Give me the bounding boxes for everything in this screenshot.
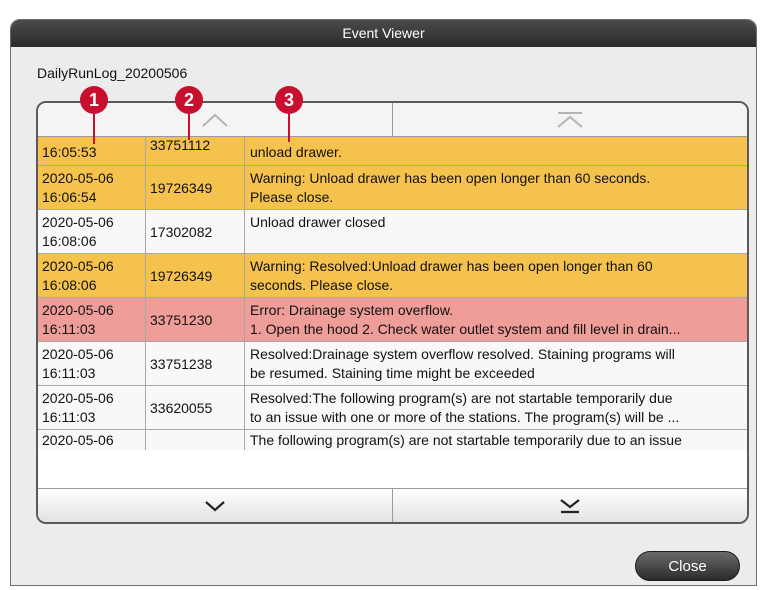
timestamp-cell: 2020-05-06 16:11:03 (38, 386, 146, 429)
message-line: Unload drawer closed (250, 214, 386, 230)
event-time: 16:11:03 (42, 409, 96, 425)
message-line: be resumed. Staining time might be excee… (250, 365, 535, 381)
event-time: 16:08:06 (42, 233, 97, 249)
timestamp-cell: 2020-05-06 (38, 430, 146, 450)
event-row[interactable]: 2020-05-06 16:11:03 33751238 Resolved:Drain… (38, 342, 747, 386)
event-row[interactable]: 2020-05-06 The following program(s) are n… (38, 430, 747, 450)
event-time: 16:08:06 (42, 277, 97, 293)
event-id: 33620055 (150, 399, 213, 416)
event-time: 16:11:03 (42, 365, 96, 381)
message-line: seconds. Please close. (250, 277, 394, 293)
event-time: 16:05:53 (42, 144, 97, 160)
marker-1: 1 (80, 86, 108, 114)
event-date: 2020-05-06 (42, 258, 114, 274)
message-cell: Unload drawer closed (245, 210, 747, 253)
event-id-cell: 33751230 (146, 298, 245, 341)
event-id-cell: 17302082 (146, 210, 245, 253)
marker-3: 3 (275, 86, 303, 114)
event-date: 2020-05-06 (42, 302, 114, 318)
event-id: 19726349 (150, 267, 213, 284)
event-table: 16:05:53 33751112 unload drawer. 2020-05-06… (36, 101, 749, 524)
event-time: 16:06:54 (42, 189, 97, 205)
scroll-to-bottom-button[interactable] (392, 489, 747, 522)
event-id-cell: 33751112 (146, 137, 245, 165)
scroll-to-top-button[interactable] (392, 103, 747, 136)
event-id: 19726349 (150, 179, 213, 196)
event-id: 33751230 (150, 311, 213, 328)
message-line: Error: Drainage system overflow. (250, 302, 454, 318)
event-row[interactable]: 2020-05-06 16:08:06 19726349 Warning: Resol… (38, 254, 747, 298)
event-id: 17302082 (150, 223, 213, 240)
message-cell: Resolved:Drainage system overflow resolv… (245, 342, 747, 385)
event-id-cell: 19726349 (146, 166, 245, 209)
event-id: 33751112 (150, 137, 211, 153)
timestamp-cell: 2020-05-06 16:08:06 (38, 210, 146, 253)
timestamp-cell: 2020-05-06 16:06:54 (38, 166, 146, 209)
scroll-down-button[interactable] (38, 489, 392, 522)
timestamp-cell: 2020-05-06 16:11:03 (38, 342, 146, 385)
message-cell: unload drawer. (245, 137, 747, 165)
message-line: unload drawer. (250, 144, 342, 160)
event-row[interactable]: 2020-05-06 16:08:06 17302082 Unload drawer … (38, 210, 747, 254)
event-id-cell: 33751238 (146, 342, 245, 385)
chevron-down-icon (205, 500, 225, 511)
event-rows: 16:05:53 33751112 unload drawer. 2020-05-06… (38, 137, 747, 488)
message-line: 1. Open the hood 2. Check water outlet s… (250, 321, 681, 337)
message-cell: Resolved:The following program(s) are no… (245, 386, 747, 429)
event-date: 2020-05-06 (42, 390, 114, 406)
message-cell: Error: Drainage system overflow. 1. Open … (245, 298, 747, 341)
event-row[interactable]: 2020-05-06 16:11:03 33620055 Resolved:The f… (38, 386, 747, 430)
event-viewer-dialog: Event Viewer DailyRunLog_20200506 16:05:… (10, 19, 757, 586)
event-id: 33751238 (150, 355, 213, 372)
message-line: Please close. (250, 189, 334, 205)
log-file-name: DailyRunLog_20200506 (37, 65, 188, 81)
event-row[interactable]: 2020-05-06 16:11:03 33751230 Error: Drainag… (38, 298, 747, 342)
event-row[interactable]: 16:05:53 33751112 unload drawer. (38, 137, 747, 166)
event-date: 2020-05-06 (42, 214, 114, 230)
chevron-down-bar-icon (560, 498, 580, 513)
message-line: Warning: Resolved:Unload drawer has been… (250, 258, 653, 274)
event-date: 2020-05-06 (42, 346, 114, 362)
event-row[interactable]: 2020-05-06 16:06:54 19726349 Warning: Unloa… (38, 166, 747, 210)
message-line: to an issue with one or more of the stat… (250, 409, 680, 425)
marker-1-line (93, 110, 95, 144)
bottom-nav-bar (38, 488, 747, 522)
event-id-cell: 33620055 (146, 386, 245, 429)
message-cell: Warning: Resolved:Unload drawer has been… (245, 254, 747, 297)
dialog-title: Event Viewer (11, 20, 756, 47)
message-cell: The following program(s) are not startab… (245, 430, 747, 450)
top-nav-bar (38, 103, 747, 137)
event-date: 2020-05-06 (42, 432, 114, 448)
event-id-cell: 19726349 (146, 254, 245, 297)
close-button[interactable]: Close (635, 551, 740, 581)
timestamp-cell: 16:05:53 (38, 137, 146, 165)
message-line: The following program(s) are not startab… (250, 432, 682, 448)
marker-3-line (288, 110, 290, 142)
timestamp-cell: 2020-05-06 16:08:06 (38, 254, 146, 297)
message-line: Resolved:Drainage system overflow resolv… (250, 346, 675, 362)
event-date: 2020-05-06 (42, 170, 114, 186)
chevron-up-icon (202, 113, 228, 127)
message-line: Resolved:The following program(s) are no… (250, 390, 673, 406)
timestamp-cell: 2020-05-06 16:11:03 (38, 298, 146, 341)
marker-2: 2 (175, 86, 203, 114)
chevron-up-bar-icon (557, 111, 583, 128)
marker-2-line (188, 110, 190, 140)
event-id-cell (146, 430, 245, 450)
event-time: 16:11:03 (42, 321, 96, 337)
message-cell: Warning: Unload drawer has been open lon… (245, 166, 747, 209)
message-line: Warning: Unload drawer has been open lon… (250, 170, 651, 186)
